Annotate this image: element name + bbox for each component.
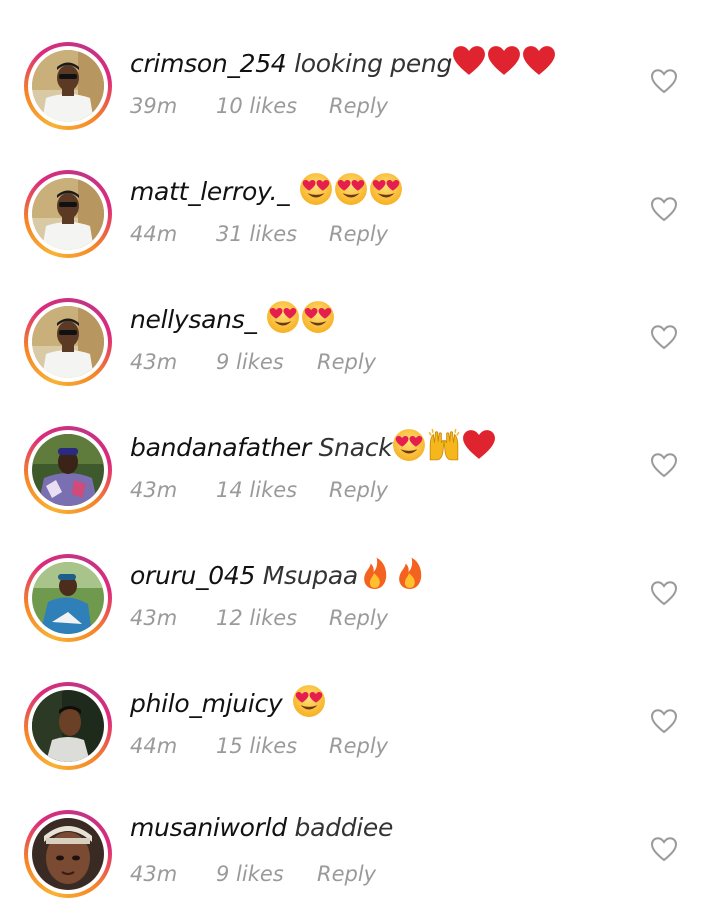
- comment-item: philo_mjuicy 44m 15 likes Reply: [0, 662, 720, 790]
- comment-item: matt_lerroy._ 44m 31 likes Reply: [0, 150, 720, 278]
- heart-eyes-emoji-icon: [369, 172, 403, 214]
- like-button[interactable]: [650, 836, 678, 862]
- comment-time: 43m: [130, 478, 178, 502]
- like-button[interactable]: [650, 68, 678, 94]
- reply-button[interactable]: Reply: [329, 220, 388, 248]
- avatar-photo: [32, 178, 104, 250]
- comment-item: bandanafather Snack 43m 14 likes Reply: [0, 406, 720, 534]
- avatar[interactable]: [24, 426, 112, 514]
- comment-username[interactable]: bandanafather: [130, 433, 311, 462]
- comment-time: 43m: [130, 350, 178, 374]
- heart-outline-icon: [650, 580, 678, 606]
- comment-item: oruru_045 Msupaa 43m 12 likes Reply: [0, 534, 720, 662]
- comment-emojis: [358, 556, 428, 598]
- reply-button[interactable]: Reply: [329, 604, 388, 632]
- avatar[interactable]: [24, 42, 112, 130]
- heart-outline-icon: [650, 324, 678, 350]
- heart-outline-icon: [650, 196, 678, 222]
- heart-emoji-icon: [522, 44, 556, 86]
- comment-likes[interactable]: 9 likes: [216, 860, 284, 888]
- avatar-photo: [32, 50, 104, 122]
- like-button[interactable]: [650, 452, 678, 478]
- raising-hands-emoji-icon: [427, 428, 461, 470]
- heart-eyes-emoji-icon: [334, 172, 368, 214]
- comment-item: crimson_254 looking peng 39m 10 likes Re…: [0, 22, 720, 150]
- comment-item: nellysans_ 43m 9 likes Reply: [0, 278, 720, 406]
- heart-eyes-emoji-icon: [299, 172, 333, 214]
- comment-username[interactable]: matt_lerroy._: [130, 177, 290, 206]
- like-button[interactable]: [650, 580, 678, 606]
- avatar[interactable]: [24, 298, 112, 386]
- avatar-photo: [32, 562, 104, 634]
- heart-eyes-emoji-icon: [292, 684, 326, 726]
- avatar[interactable]: [24, 170, 112, 258]
- comment-likes[interactable]: 10 likes: [216, 92, 297, 120]
- avatar-photo: [32, 690, 104, 762]
- comment-emojis: [452, 44, 557, 86]
- comment-emojis: [266, 300, 336, 342]
- comment-text: Msupaa: [262, 561, 358, 590]
- like-button[interactable]: [650, 324, 678, 350]
- comment-time: 44m: [130, 222, 178, 246]
- comment-username[interactable]: nellysans_: [130, 305, 257, 334]
- comment-emojis: [392, 428, 497, 470]
- heart-outline-icon: [650, 708, 678, 734]
- comment-text: looking peng: [294, 49, 453, 78]
- heart-eyes-emoji-icon: [266, 300, 300, 342]
- comment-text: Snack: [318, 433, 393, 462]
- comment-likes[interactable]: 12 likes: [216, 604, 297, 632]
- heart-eyes-emoji-icon: [301, 300, 335, 342]
- reply-button[interactable]: Reply: [329, 476, 388, 504]
- comment-likes[interactable]: 31 likes: [216, 220, 297, 248]
- comment-time: 43m: [130, 606, 178, 630]
- reply-button[interactable]: Reply: [317, 348, 376, 376]
- comment-item: musaniworld baddiee 43m 9 likes Reply: [0, 790, 720, 918]
- comment-likes[interactable]: 14 likes: [216, 476, 297, 504]
- heart-eyes-emoji-icon: [392, 428, 426, 470]
- avatar[interactable]: [24, 682, 112, 770]
- comment-time: 43m: [130, 862, 178, 886]
- like-button[interactable]: [650, 708, 678, 734]
- fire-emoji-icon: [393, 556, 427, 598]
- reply-button[interactable]: Reply: [329, 732, 388, 760]
- heart-outline-icon: [650, 68, 678, 94]
- avatar[interactable]: [24, 810, 112, 898]
- comment-likes[interactable]: 9 likes: [216, 348, 284, 376]
- heart-emoji-icon: [452, 44, 486, 86]
- avatar[interactable]: [24, 554, 112, 642]
- fire-emoji-icon: [358, 556, 392, 598]
- heart-emoji-icon: [462, 428, 496, 470]
- comment-username[interactable]: crimson_254: [130, 49, 287, 78]
- like-button[interactable]: [650, 196, 678, 222]
- heart-outline-icon: [650, 452, 678, 478]
- avatar-photo: [32, 434, 104, 506]
- avatar-photo: [32, 306, 104, 378]
- avatar-photo: [32, 818, 104, 890]
- comment-likes[interactable]: 15 likes: [216, 732, 297, 760]
- comment-username[interactable]: philo_mjuicy: [130, 689, 283, 718]
- comment-time: 39m: [130, 94, 178, 118]
- comment-username[interactable]: musaniworld: [130, 813, 287, 842]
- comment-emojis: [299, 172, 404, 214]
- heart-emoji-icon: [487, 44, 521, 86]
- reply-button[interactable]: Reply: [329, 92, 388, 120]
- comment-text: baddiee: [294, 813, 394, 842]
- heart-outline-icon: [650, 836, 678, 862]
- comment-username[interactable]: oruru_045: [130, 561, 255, 590]
- reply-button[interactable]: Reply: [317, 860, 376, 888]
- comment-time: 44m: [130, 734, 178, 758]
- comment-emojis: [292, 684, 327, 726]
